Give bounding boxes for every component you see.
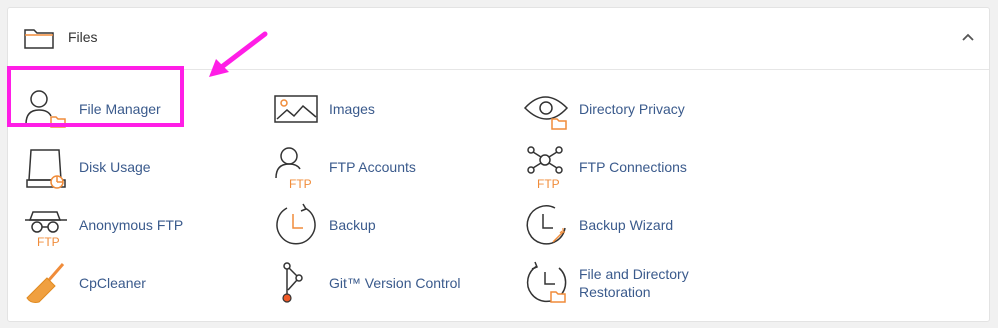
ftp-accounts-link[interactable]: FTP FTP Accounts (273, 144, 416, 190)
git-version-control-link[interactable]: Git™ Version Control (273, 260, 461, 306)
item-label: Backup (329, 217, 376, 233)
anonymous-ftp-link[interactable]: FTP Anonymous FTP (23, 202, 183, 248)
ftp-glyph: FTP (537, 177, 560, 190)
ftp-glyph: FTP (37, 235, 60, 248)
backup-link[interactable]: Backup (273, 202, 376, 248)
directory-privacy-link[interactable]: Directory Privacy (523, 86, 685, 132)
chevron-up-icon[interactable] (961, 32, 975, 42)
item-label: Disk Usage (79, 159, 151, 175)
anonymous-ftp-icon: FTP (25, 211, 67, 248)
file-manager-link[interactable]: File Manager (23, 86, 161, 132)
directory-privacy-icon (523, 96, 569, 130)
files-panel: Files File Manager Images Directory Priv… (7, 7, 990, 322)
disk-usage-icon (26, 149, 66, 189)
images-link[interactable]: Images (273, 86, 375, 132)
ftp-connections-link[interactable]: FTP FTP Connections (523, 144, 687, 190)
item-label: File and Directory Restoration (579, 266, 689, 300)
backup-wizard-link[interactable]: Backup Wizard (523, 202, 673, 248)
item-label: File Manager (79, 101, 161, 117)
section-title: Files (68, 29, 98, 45)
file-directory-restoration-icon (526, 261, 567, 303)
item-label: CpCleaner (79, 275, 146, 291)
cpcleaner-link[interactable]: CpCleaner (23, 260, 146, 306)
file-directory-restoration-link[interactable]: File and Directory Restoration (523, 260, 709, 306)
item-label: Git™ Version Control (329, 275, 461, 291)
folder-icon (24, 29, 54, 49)
item-label: Backup Wizard (579, 217, 674, 233)
backup-icon (276, 203, 316, 245)
ftp-glyph: FTP (289, 177, 312, 190)
item-label: FTP Accounts (329, 159, 416, 175)
cpcleaner-icon (26, 263, 65, 303)
file-manager-icon (25, 90, 66, 128)
item-label: Images (329, 101, 375, 117)
ftp-connections-icon: FTP (527, 146, 563, 190)
images-icon (274, 95, 318, 123)
item-label: Directory Privacy (579, 101, 685, 117)
item-label: Anonymous FTP (79, 217, 184, 233)
item-label: FTP Connections (579, 159, 687, 175)
disk-usage-link[interactable]: Disk Usage (23, 144, 151, 190)
ftp-accounts-icon: FTP (275, 147, 312, 190)
git-version-control-icon (282, 262, 303, 303)
panel-header[interactable]: Files (8, 8, 989, 70)
backup-wizard-icon (526, 205, 566, 245)
